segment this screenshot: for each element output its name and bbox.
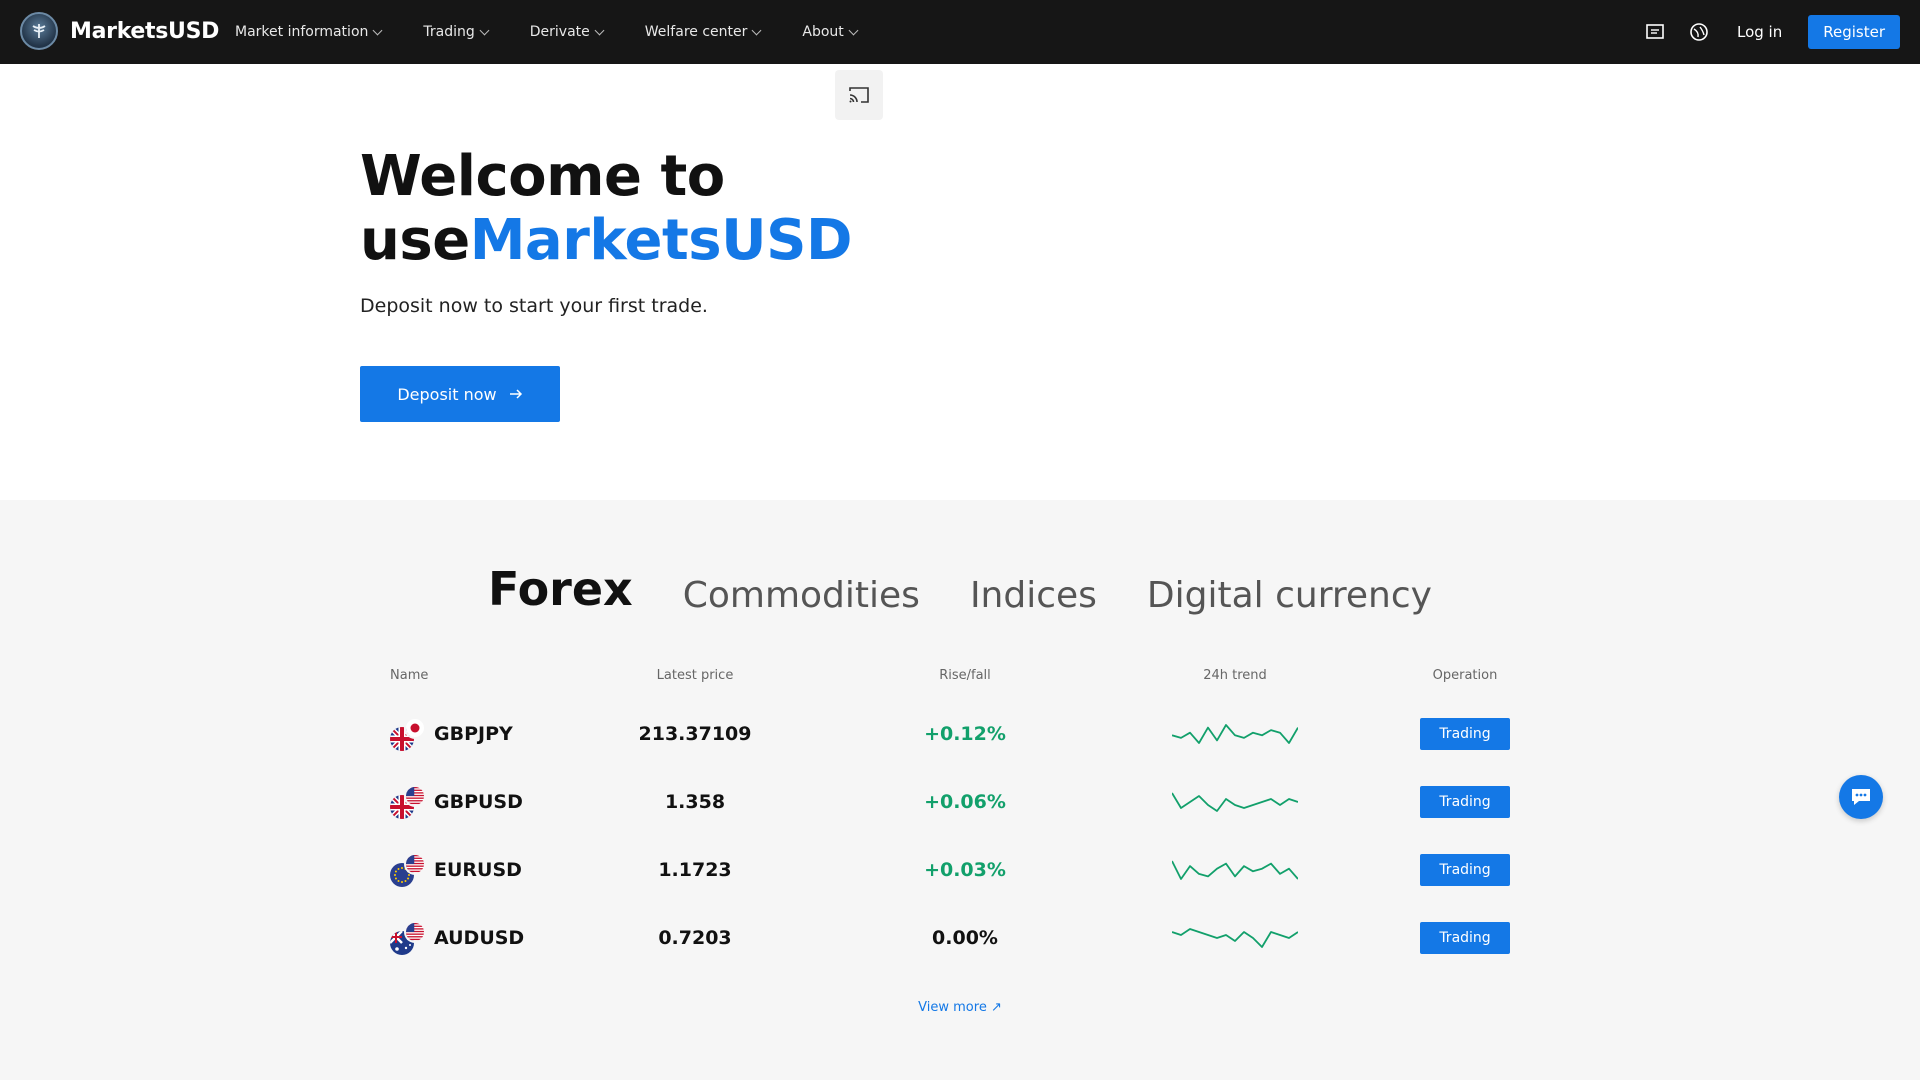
tab-forex[interactable]: Forex bbox=[488, 562, 633, 616]
tab-indices[interactable]: Indices bbox=[970, 575, 1097, 616]
hero-title: Welcome to useMarketsUSD bbox=[360, 145, 852, 273]
brand-name: MarketsUSD bbox=[70, 18, 220, 44]
us-flag-icon bbox=[404, 785, 426, 807]
nav-item-trading[interactable]: Trading bbox=[423, 24, 490, 40]
nav-item-about[interactable]: About bbox=[802, 24, 859, 40]
pair-cell: GBPJPY bbox=[360, 717, 560, 751]
trading-button[interactable]: Trading bbox=[1420, 718, 1510, 750]
nav-item-welfare-center[interactable]: Welfare center bbox=[644, 24, 762, 40]
latest-price: 1.358 bbox=[664, 791, 726, 813]
nav-item-market-information[interactable]: Market information bbox=[235, 24, 383, 40]
main-nav: Market information Trading Derivate Welfare… bbox=[235, 0, 899, 64]
nav-item-label: Trading bbox=[423, 24, 475, 40]
pair-cell: EURUSD bbox=[360, 853, 560, 887]
operation-cell: Trading bbox=[1370, 922, 1560, 954]
table-row[interactable]: EURUSD 1.1723 +0.03% Trading bbox=[360, 836, 1560, 904]
chevron-down-icon bbox=[479, 25, 490, 35]
column-price: Latest price bbox=[656, 667, 734, 683]
market-table: Name Latest price Rise/fall 24h trend Op… bbox=[360, 660, 1560, 972]
tab-commodities[interactable]: Commodities bbox=[683, 575, 920, 616]
pair-name: EURUSD bbox=[434, 859, 522, 881]
trading-button[interactable]: Trading bbox=[1420, 854, 1510, 886]
hero-title-line1: Welcome to bbox=[360, 144, 725, 209]
currency-flag-icon bbox=[390, 717, 426, 751]
login-link[interactable]: Log in bbox=[1737, 23, 1782, 41]
currency-flag-icon bbox=[390, 921, 426, 955]
pair-cell: GBPUSD bbox=[360, 785, 560, 819]
chat-icon bbox=[1852, 789, 1870, 805]
jp-flag-icon bbox=[404, 717, 426, 739]
table-row[interactable]: GBPJPY 213.37109 +0.12% Trading bbox=[360, 700, 1560, 768]
operation-cell: Trading bbox=[1370, 718, 1560, 750]
news-icon[interactable] bbox=[1643, 20, 1667, 44]
nav-item-label: Welfare center bbox=[644, 24, 748, 40]
market-tabs: Forex Commodities Indices Digital currency bbox=[0, 562, 1920, 616]
deposit-now-button[interactable]: Deposit now bbox=[360, 366, 560, 422]
column-name: Name bbox=[390, 667, 429, 683]
cast-button[interactable] bbox=[835, 70, 883, 120]
arrow-right-icon bbox=[509, 389, 522, 399]
table-body: GBPJPY 213.37109 +0.12% Trading GBPUSD 1… bbox=[360, 700, 1560, 972]
pair-name: GBPUSD bbox=[434, 791, 523, 813]
pair-name: GBPJPY bbox=[434, 723, 513, 745]
nav-item-label: Derivate bbox=[529, 24, 590, 40]
logo-icon bbox=[20, 12, 58, 50]
trend-cell bbox=[1100, 859, 1370, 881]
chat-button[interactable] bbox=[1839, 775, 1883, 819]
latest-price: 213.37109 bbox=[638, 723, 752, 745]
operation-cell: Trading bbox=[1370, 854, 1560, 886]
trend-cell bbox=[1100, 927, 1370, 949]
trend-cell bbox=[1100, 723, 1370, 745]
column-rise: Rise/fall bbox=[939, 667, 991, 683]
view-more-link[interactable]: View more ↗ bbox=[0, 1000, 1920, 1015]
register-button[interactable]: Register bbox=[1808, 15, 1900, 49]
trend-cell bbox=[1100, 791, 1370, 813]
chevron-down-icon bbox=[751, 25, 762, 35]
rise-fall: +0.03% bbox=[924, 859, 1006, 881]
hero-subtitle: Deposit now to start your first trade. bbox=[360, 295, 708, 317]
operation-cell: Trading bbox=[1370, 786, 1560, 818]
hero-title-prefix: use bbox=[360, 208, 470, 273]
table-header: Name Latest price Rise/fall 24h trend Op… bbox=[360, 660, 1560, 690]
brand-logo[interactable]: MarketsUSD bbox=[20, 12, 219, 50]
tab-digital-currency[interactable]: Digital currency bbox=[1147, 575, 1432, 616]
hero-title-brand: MarketsUSD bbox=[469, 208, 853, 273]
latest-price: 1.1723 bbox=[658, 859, 732, 881]
column-operation: Operation bbox=[1432, 667, 1498, 683]
table-row[interactable]: GBPUSD 1.358 +0.06% Trading bbox=[360, 768, 1560, 836]
trend-sparkline bbox=[1172, 792, 1298, 812]
us-flag-icon bbox=[404, 853, 426, 875]
rise-fall: +0.06% bbox=[924, 791, 1006, 813]
rise-fall: +0.12% bbox=[924, 723, 1006, 745]
trading-button[interactable]: Trading bbox=[1420, 922, 1510, 954]
deposit-label: Deposit now bbox=[397, 384, 497, 404]
nav-item-label: About bbox=[802, 24, 844, 40]
trend-sparkline bbox=[1172, 860, 1298, 880]
currency-flag-icon bbox=[390, 853, 426, 887]
trend-sparkline bbox=[1172, 724, 1298, 744]
top-navigation-bar: MarketsUSD Market information Trading Deri… bbox=[0, 0, 1920, 64]
nav-item-label: Market information bbox=[235, 24, 369, 40]
chevron-down-icon bbox=[594, 25, 605, 35]
market-section: Forex Commodities Indices Digital currency … bbox=[0, 500, 1920, 1080]
header-tools: Log in Register bbox=[1643, 0, 1900, 64]
nav-item-derivate[interactable]: Derivate bbox=[529, 24, 605, 40]
latest-price: 0.7203 bbox=[658, 927, 732, 949]
cast-icon bbox=[849, 87, 869, 103]
trend-sparkline bbox=[1172, 928, 1298, 948]
chevron-down-icon bbox=[848, 25, 859, 35]
pair-name: AUDUSD bbox=[434, 927, 525, 949]
table-row[interactable]: AUDUSD 0.7203 0.00% Trading bbox=[360, 904, 1560, 972]
currency-flag-icon bbox=[390, 785, 426, 819]
language-icon[interactable] bbox=[1687, 20, 1711, 44]
hero-title-line2: useMarketsUSD bbox=[360, 209, 852, 273]
column-trend: 24h trend bbox=[1203, 667, 1267, 683]
us-flag-icon bbox=[404, 921, 426, 943]
rise-fall: 0.00% bbox=[932, 927, 998, 949]
chevron-down-icon bbox=[372, 25, 383, 35]
trading-button[interactable]: Trading bbox=[1420, 786, 1510, 818]
pair-cell: AUDUSD bbox=[360, 921, 560, 955]
